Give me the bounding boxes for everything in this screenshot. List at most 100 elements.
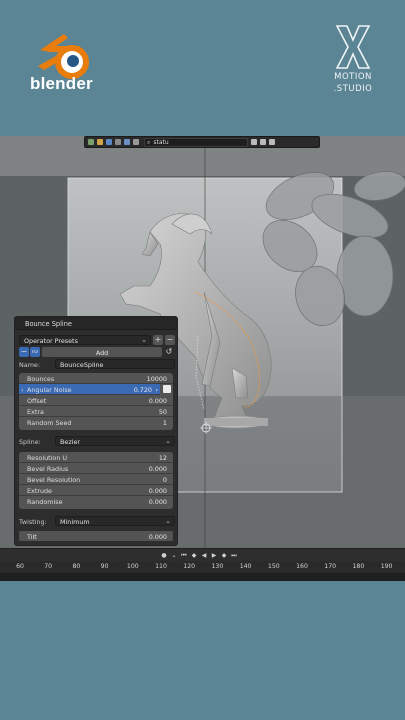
sphere-icon[interactable] bbox=[133, 139, 139, 145]
add-button[interactable]: Add bbox=[42, 347, 162, 357]
chevron-right-icon: › bbox=[155, 386, 158, 394]
tilt-label: Tilt bbox=[27, 532, 37, 541]
chevron-down-icon[interactable]: ⌄ bbox=[170, 552, 178, 560]
frame-number: 90 bbox=[100, 563, 109, 570]
bookmark-icon[interactable] bbox=[251, 139, 257, 145]
playback-controls: ● ⌄ ⏮ ◆ ◀ ▶ ◆ ⏭ bbox=[160, 551, 238, 561]
extrude-label: Extrude bbox=[27, 487, 52, 495]
curve-icon[interactable]: ∾ bbox=[30, 347, 40, 357]
offset-value: 0.000 bbox=[148, 397, 167, 405]
studio-line1: MOTION bbox=[334, 72, 372, 82]
offset-field[interactable]: Offset 0.000 bbox=[19, 395, 173, 406]
frame-number: 160 bbox=[296, 563, 308, 570]
search-value: statu bbox=[153, 138, 169, 146]
randomise-value: 0.000 bbox=[148, 498, 167, 506]
bevel-radius-field[interactable]: Bevel Radius 0.000 bbox=[19, 463, 173, 474]
extra-label: Extra bbox=[27, 408, 44, 416]
keyframe-icon[interactable]: ● bbox=[160, 552, 168, 560]
extrude-field[interactable]: Extrude 0.000 bbox=[19, 485, 173, 496]
frame-number: 100 bbox=[126, 563, 139, 570]
operator-panel: Bounce Spline Operator Presets ⌄ + − ∽ ∾… bbox=[14, 316, 178, 546]
frame-number: 140 bbox=[239, 563, 252, 570]
operator-presets-label: Operator Presets bbox=[24, 337, 78, 345]
frame-number: 110 bbox=[155, 563, 167, 570]
spline-value: Bezier bbox=[60, 438, 81, 446]
bounces-value: 10000 bbox=[146, 375, 167, 383]
name-field[interactable]: BounceSpline bbox=[55, 359, 175, 369]
bounces-label: Bounces bbox=[27, 375, 55, 383]
x-motion-logo-icon bbox=[335, 25, 371, 69]
search-icon: ⌕ bbox=[147, 138, 151, 146]
prev-keyframe-icon[interactable]: ◆ bbox=[190, 552, 198, 560]
tilt-value: 0.000 bbox=[148, 532, 167, 541]
timeline-track[interactable] bbox=[0, 573, 405, 581]
light-icon[interactable] bbox=[124, 139, 130, 145]
name-label: Name: bbox=[19, 361, 41, 369]
resolution-u-field[interactable]: Resolution U 12 bbox=[19, 452, 173, 463]
object-icon[interactable] bbox=[97, 139, 103, 145]
twisting-value: Minimum bbox=[60, 518, 90, 526]
angular-noise-field[interactable]: ‹ Angular Noise 0.720 › bbox=[19, 384, 160, 395]
operator-presets-dropdown[interactable]: Operator Presets ⌄ bbox=[19, 335, 151, 345]
resolution-u-value: 12 bbox=[158, 454, 167, 462]
random-seed-value: 1 bbox=[162, 419, 167, 427]
operator-panel-title[interactable]: Bounce Spline bbox=[15, 317, 177, 330]
next-keyframe-icon[interactable]: ◆ bbox=[220, 552, 228, 560]
reset-icon[interactable]: ↺ bbox=[164, 347, 174, 357]
bounces-field[interactable]: Bounces 10000 bbox=[19, 373, 173, 384]
bevel-resolution-value: 0 bbox=[162, 476, 167, 484]
sort-icon[interactable] bbox=[260, 139, 266, 145]
chevron-down-icon: ⌄ bbox=[165, 437, 171, 445]
chevron-down-icon: ⌄ bbox=[165, 517, 171, 525]
bevel-resolution-field[interactable]: Bevel Resolution 0 bbox=[19, 474, 173, 485]
frame-number: 60 bbox=[16, 563, 24, 570]
checkmark-icon[interactable] bbox=[88, 139, 94, 145]
chevron-left-icon: ‹ bbox=[21, 386, 24, 394]
frame-number: 170 bbox=[324, 563, 337, 570]
bounce-settings-group: Bounces 10000 ‹ Angular Noise 0.720 › Of… bbox=[19, 373, 173, 430]
geometry-settings-group: Resolution U 12 Bevel Radius 0.000 Bevel… bbox=[19, 452, 173, 509]
frame-ruler[interactable]: 60 70 80 90 100 110 120 130 140 150 160 170 180 190 bbox=[0, 561, 405, 573]
remove-preset-button[interactable]: − bbox=[165, 335, 175, 345]
twisting-dropdown[interactable]: Minimum ⌄ bbox=[55, 516, 175, 526]
bevel-radius-label: Bevel Radius bbox=[27, 465, 69, 473]
studio-line2: .STUDIO bbox=[333, 84, 373, 94]
chevron-down-icon: ⌄ bbox=[141, 336, 147, 344]
3d-viewport[interactable]: ⌕ statu Bounce Spline Operator Presets ⌄… bbox=[0, 136, 405, 548]
spline-dropdown[interactable]: Bezier ⌄ bbox=[55, 436, 175, 446]
mesh-icon[interactable] bbox=[106, 139, 112, 145]
add-label: Add bbox=[95, 348, 109, 357]
play-reverse-icon[interactable]: ◀ bbox=[200, 552, 208, 560]
jump-start-icon[interactable]: ⏮ bbox=[180, 552, 188, 560]
extra-value: 50 bbox=[158, 408, 167, 416]
random-seed-field[interactable]: Random Seed 1 bbox=[19, 417, 173, 428]
spline-icon[interactable]: ∽ bbox=[19, 347, 29, 357]
play-icon[interactable]: ▶ bbox=[210, 552, 218, 560]
frame-number: 180 bbox=[352, 563, 365, 570]
search-input[interactable]: ⌕ statu bbox=[144, 137, 248, 147]
bevel-radius-value: 0.000 bbox=[148, 465, 167, 473]
jump-end-icon[interactable]: ⏭ bbox=[230, 552, 238, 560]
tilt-field[interactable]: Tilt 0.000 bbox=[19, 531, 173, 541]
timeline: ● ⌄ ⏮ ◆ ◀ ▶ ◆ ⏭ 60 70 80 90 100 110 120 130 140 1… bbox=[0, 548, 405, 581]
frame-number: 150 bbox=[267, 563, 280, 570]
frame-number: 190 bbox=[380, 563, 393, 570]
frame-number: 80 bbox=[72, 563, 81, 570]
angular-noise-value: 0.720 bbox=[133, 386, 152, 394]
name-value: BounceSpline bbox=[60, 361, 104, 369]
camera-icon[interactable] bbox=[115, 139, 121, 145]
offset-label: Offset bbox=[27, 397, 47, 405]
add-preset-button[interactable]: + bbox=[153, 335, 163, 345]
viewport-header: ⌕ statu bbox=[84, 136, 320, 148]
angular-noise-checkbox[interactable] bbox=[163, 385, 171, 393]
random-seed-label: Random Seed bbox=[27, 419, 72, 427]
randomise-field[interactable]: Randomise 0.000 bbox=[19, 496, 173, 507]
randomise-label: Randomise bbox=[27, 498, 63, 506]
frame-number: 70 bbox=[44, 563, 53, 570]
bevel-resolution-label: Bevel Resolution bbox=[27, 476, 81, 484]
extra-field[interactable]: Extra 50 bbox=[19, 406, 173, 417]
angular-noise-label: Angular Noise bbox=[27, 386, 72, 394]
spline-label: Spline: bbox=[19, 438, 41, 446]
filter-icon[interactable] bbox=[269, 139, 275, 145]
frame-number: 120 bbox=[183, 563, 196, 570]
